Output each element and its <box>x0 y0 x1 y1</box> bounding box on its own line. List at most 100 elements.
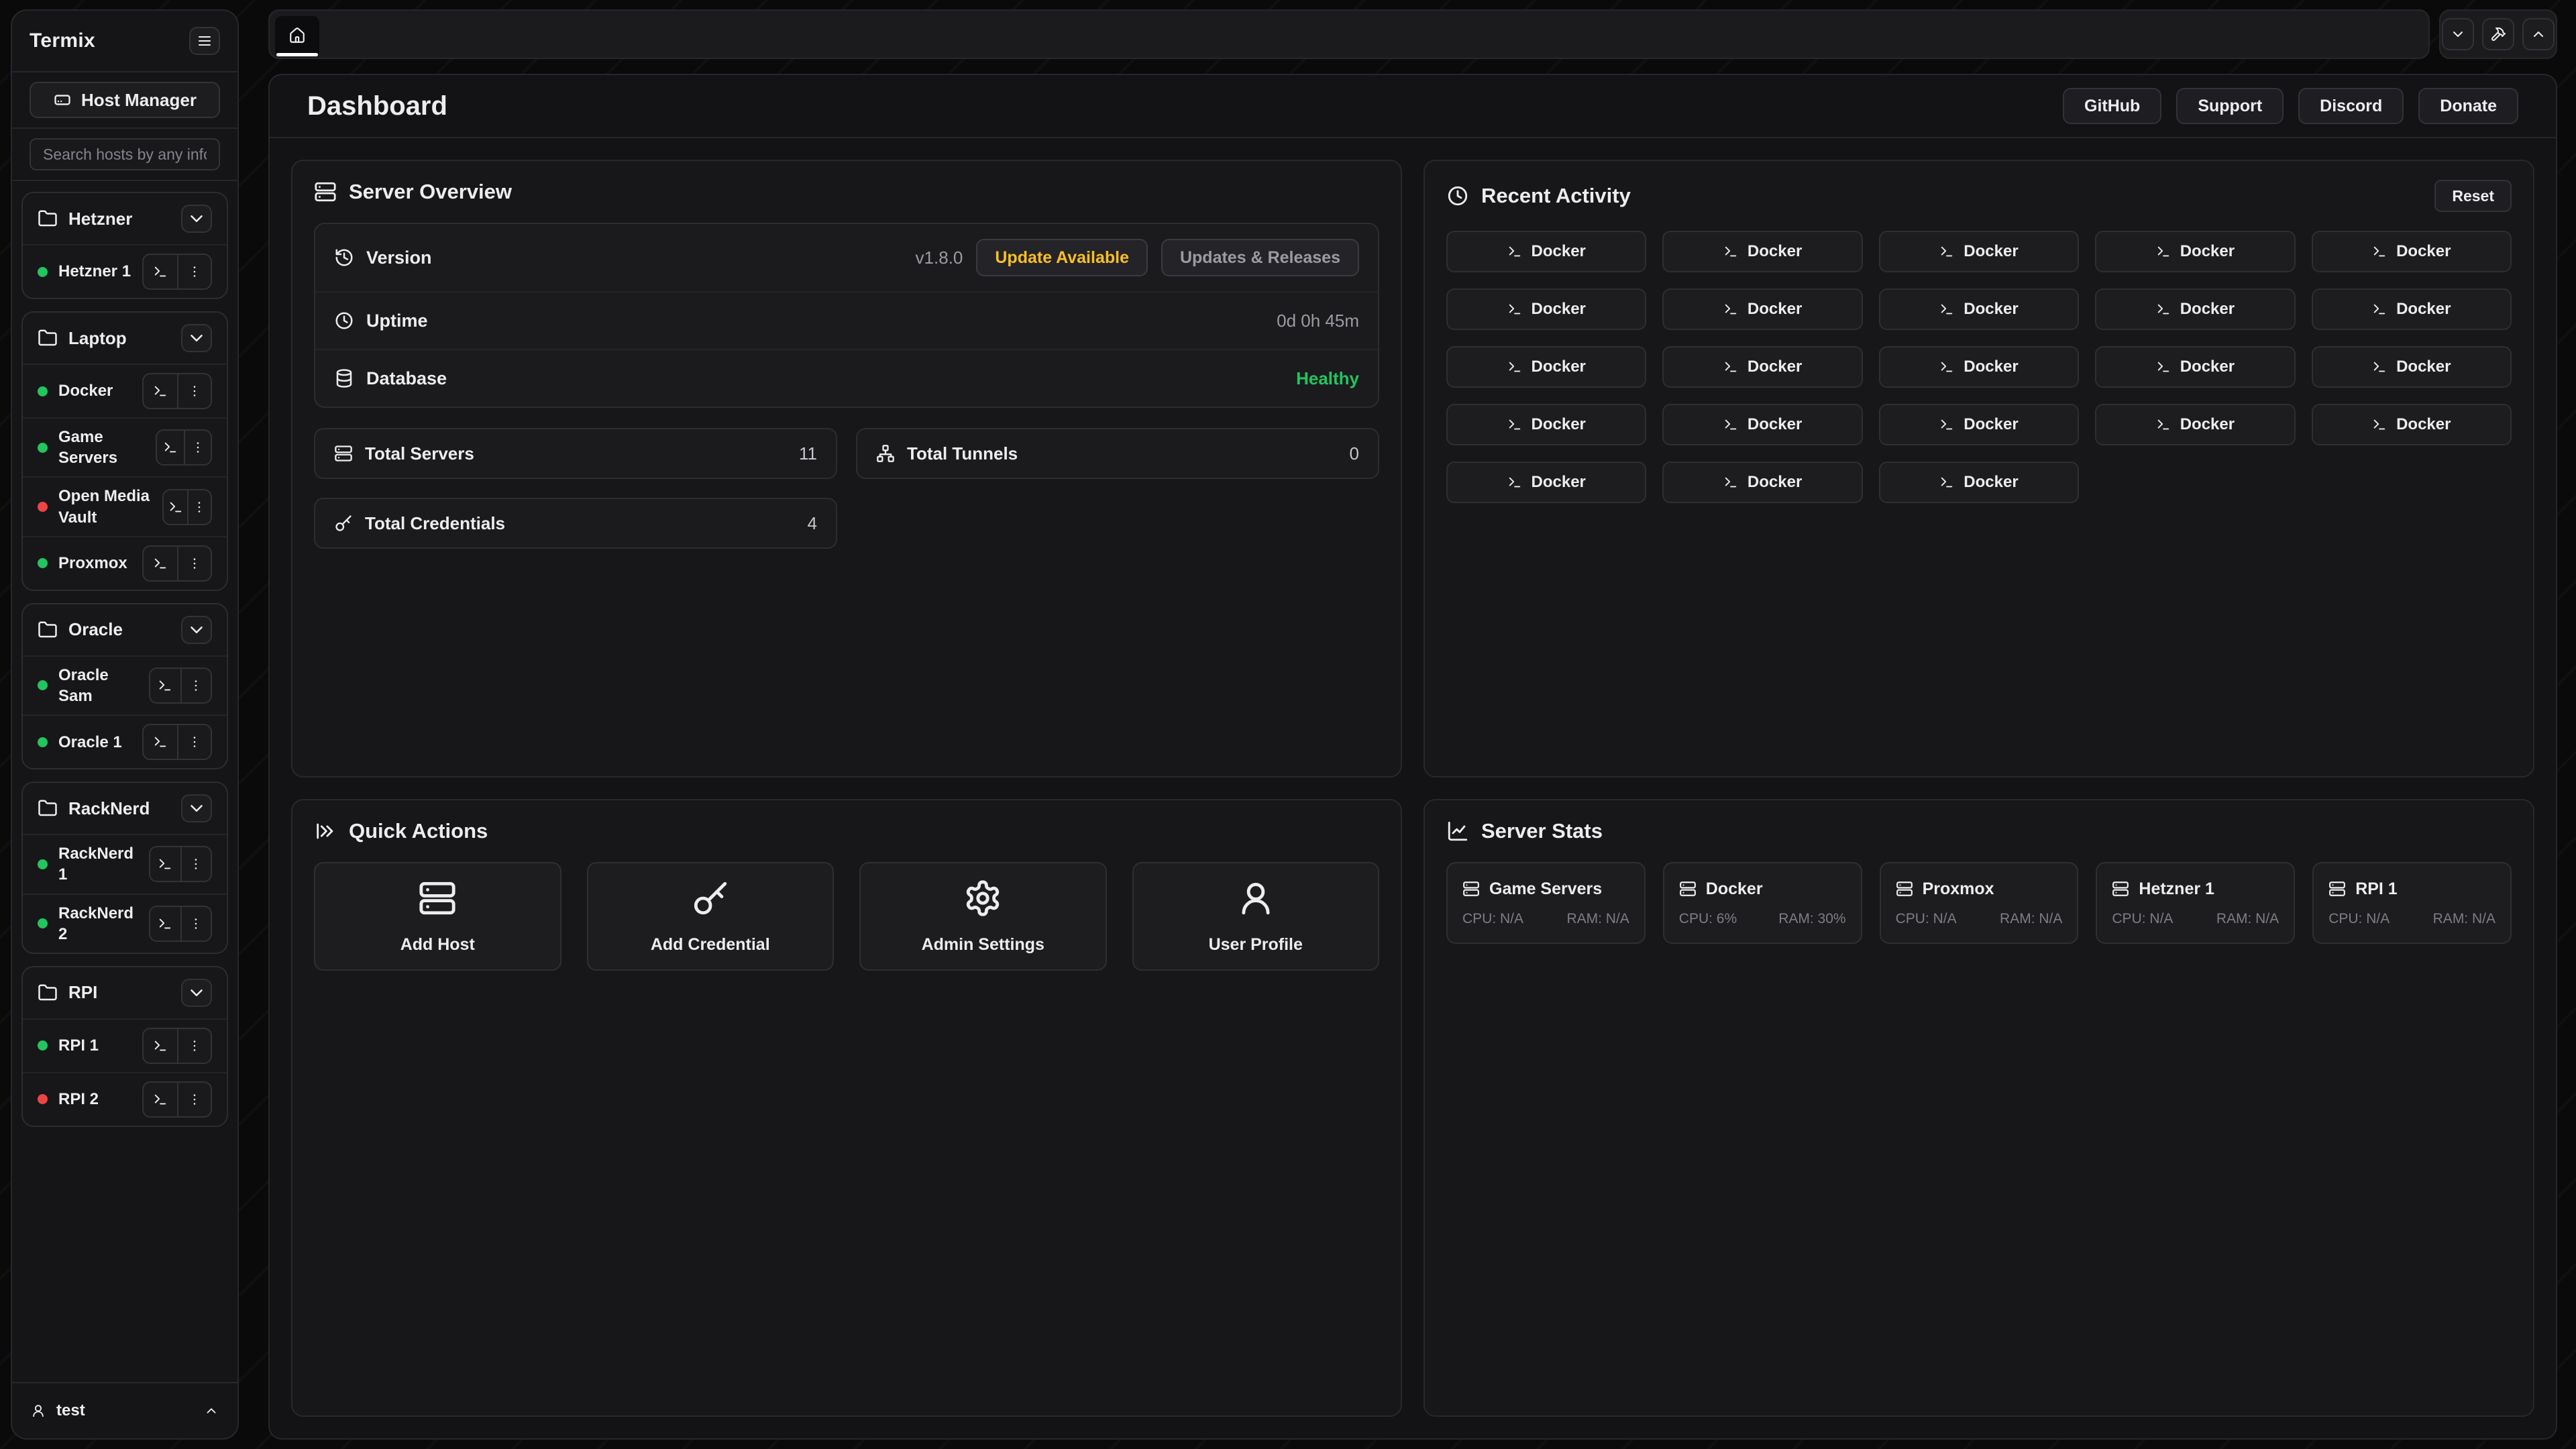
host-menu-button[interactable] <box>184 431 211 464</box>
activity-item-button[interactable]: Docker <box>1446 231 1646 272</box>
host-row[interactable]: Oracle Sam <box>23 655 227 714</box>
host-terminal-button[interactable] <box>144 725 177 759</box>
host-menu-button[interactable] <box>187 490 211 524</box>
database-status: Healthy <box>1296 368 1359 389</box>
quick-action-label: User Profile <box>1209 935 1303 955</box>
host-row[interactable]: Open Media Vault <box>23 476 227 535</box>
host-row[interactable]: Game Servers <box>23 417 227 476</box>
activity-item-button[interactable]: Docker <box>1662 404 1862 445</box>
host-manager-button[interactable]: Host Manager <box>30 82 220 118</box>
header-link-button[interactable]: Support <box>2176 88 2284 124</box>
host-menu-button[interactable] <box>177 725 211 759</box>
host-group-header[interactable]: Oracle <box>23 604 227 655</box>
host-terminal-button[interactable] <box>150 847 180 881</box>
host-terminal-button[interactable] <box>144 374 177 408</box>
activity-item-button[interactable]: Docker <box>1879 462 2079 503</box>
username: test <box>56 1401 193 1420</box>
activity-item-button[interactable]: Docker <box>1446 462 1646 503</box>
activity-item-label: Docker <box>2180 242 2235 261</box>
host-terminal-button[interactable] <box>144 1083 177 1116</box>
activity-item-button[interactable]: Docker <box>2312 346 2512 388</box>
host-row[interactable]: Proxmox <box>23 536 227 590</box>
sidebar: Termix Host Manager Hetzner <box>11 9 239 1440</box>
activity-item-button[interactable]: Docker <box>1879 288 2079 330</box>
host-menu-button[interactable] <box>177 255 211 288</box>
activity-item-button[interactable]: Docker <box>1879 346 2079 388</box>
clock-icon <box>1446 184 1469 207</box>
group-collapse-button[interactable] <box>181 794 212 822</box>
status-dot <box>38 443 48 453</box>
host-menu-button[interactable] <box>180 847 211 881</box>
host-menu-button[interactable] <box>180 907 211 941</box>
activity-item-button[interactable]: Docker <box>1446 404 1646 445</box>
host-group-header[interactable]: Laptop <box>23 313 227 364</box>
updates-releases-button[interactable]: Updates & Releases <box>1161 239 1359 276</box>
host-group-items: Hetzner 1 <box>23 244 227 298</box>
stat-server-name: Hetzner 1 <box>2139 879 2214 899</box>
group-collapse-button[interactable] <box>181 324 212 352</box>
activity-item-button[interactable]: Docker <box>2095 404 2295 445</box>
activity-item-button[interactable]: Docker <box>1662 231 1862 272</box>
server-icon <box>1462 880 1480 898</box>
host-row[interactable]: Hetzner 1 <box>23 244 227 298</box>
activity-item-button[interactable]: Docker <box>1446 346 1646 388</box>
activity-item-button[interactable]: Docker <box>1662 288 1862 330</box>
host-menu-button[interactable] <box>177 1029 211 1063</box>
host-menu-button[interactable] <box>180 669 211 702</box>
tab-home[interactable] <box>275 16 319 55</box>
host-row[interactable]: Oracle 1 <box>23 714 227 768</box>
scroll-tabs-left-button[interactable] <box>2442 18 2474 50</box>
host-menu-button[interactable] <box>177 547 211 580</box>
group-collapse-button[interactable] <box>181 205 212 233</box>
host-group: Oracle Oracle Sam Oracl <box>21 603 228 769</box>
activity-item-button[interactable]: Docker <box>1879 231 2079 272</box>
host-row[interactable]: RackNerd 1 <box>23 834 227 893</box>
host-group-header[interactable]: Hetzner <box>23 193 227 244</box>
collapse-topbar-button[interactable] <box>2522 18 2555 50</box>
activity-item-button[interactable]: Docker <box>2312 404 2512 445</box>
host-terminal-button[interactable] <box>144 1029 177 1063</box>
host-terminal-button[interactable] <box>144 255 177 288</box>
activity-item-button[interactable]: Docker <box>2312 288 2512 330</box>
quick-action-card[interactable]: Add Host <box>314 862 561 971</box>
folder-icon <box>38 798 58 818</box>
host-terminal-button[interactable] <box>150 669 180 702</box>
search-input[interactable] <box>30 138 220 170</box>
activity-item-button[interactable]: Docker <box>2312 231 2512 272</box>
quick-action-card[interactable]: Add Credential <box>587 862 835 971</box>
host-terminal-button[interactable] <box>164 490 187 524</box>
admin-tools-button[interactable] <box>2482 18 2514 50</box>
host-menu-button[interactable] <box>177 1083 211 1116</box>
user-menu[interactable]: test <box>12 1382 237 1438</box>
activity-item-button[interactable]: Docker <box>1446 288 1646 330</box>
host-group-header[interactable]: RPI <box>23 967 227 1018</box>
update-available-button[interactable]: Update Available <box>976 239 1148 276</box>
host-row[interactable]: RackNerd 2 <box>23 894 227 953</box>
quick-action-card[interactable]: Admin Settings <box>859 862 1107 971</box>
host-terminal-button[interactable] <box>157 431 184 464</box>
host-terminal-button[interactable] <box>150 907 180 941</box>
host-terminal-button[interactable] <box>144 547 177 580</box>
quick-action-card[interactable]: User Profile <box>1132 862 1380 971</box>
reset-button[interactable]: Reset <box>2434 180 2512 212</box>
terminal-icon <box>153 556 168 571</box>
activity-item-button[interactable]: Docker <box>1662 462 1862 503</box>
stat-server-name: Docker <box>1706 879 1763 899</box>
activity-item-button[interactable]: Docker <box>1662 346 1862 388</box>
host-row[interactable]: RPI 2 <box>23 1072 227 1126</box>
menu-button[interactable] <box>189 27 220 55</box>
terminal-icon <box>2156 360 2171 374</box>
host-row[interactable]: RPI 1 <box>23 1018 227 1072</box>
activity-item-button[interactable]: Docker <box>1879 404 2079 445</box>
header-link-button[interactable]: GitHub <box>2063 88 2161 124</box>
activity-item-button[interactable]: Docker <box>2095 288 2295 330</box>
header-link-button[interactable]: Donate <box>2418 88 2518 124</box>
host-row[interactable]: Docker <box>23 364 227 417</box>
header-link-button[interactable]: Discord <box>2298 88 2404 124</box>
activity-item-button[interactable]: Docker <box>2095 346 2295 388</box>
host-menu-button[interactable] <box>177 374 211 408</box>
group-collapse-button[interactable] <box>181 979 212 1007</box>
activity-item-button[interactable]: Docker <box>2095 231 2295 272</box>
host-group-header[interactable]: RackNerd <box>23 783 227 834</box>
group-collapse-button[interactable] <box>181 616 212 644</box>
